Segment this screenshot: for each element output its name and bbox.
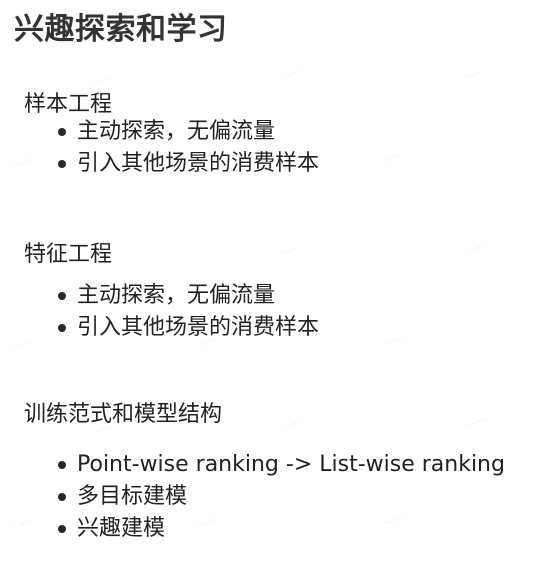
- document-page: ········ ········ ········ ········ ····…: [0, 0, 557, 588]
- watermark: ········: [463, 66, 486, 83]
- watermark: ········: [465, 240, 488, 257]
- watermark: ········: [281, 66, 304, 83]
- section-heading-feature-engineering: 特征工程: [24, 242, 113, 267]
- list-item: 主动探索，无偏流量: [54, 116, 319, 148]
- sample-engineering-list: 主动探索，无偏流量 引入其他场景的消费样本: [54, 116, 319, 180]
- list-item: 兴趣建模: [54, 513, 505, 545]
- list-item: Point-wise ranking -> List-wise ranking: [54, 449, 505, 481]
- list-item: 多目标建模: [54, 481, 505, 513]
- watermark: ········: [279, 242, 302, 259]
- watermark: ········: [383, 332, 406, 349]
- list-item: 引入其他场景的消费样本: [54, 312, 319, 344]
- bullet-icon: [58, 461, 66, 469]
- list-item-text: Point-wise ranking -> List-wise ranking: [77, 452, 505, 477]
- list-item-text: 引入其他场景的消费样本: [77, 151, 320, 176]
- watermark: ········: [11, 154, 34, 171]
- page-title: 兴趣探索和学习: [14, 12, 228, 47]
- list-item-text: 多目标建模: [77, 484, 188, 509]
- list-item: 引入其他场景的消费样本: [54, 148, 319, 180]
- bullet-icon: [58, 525, 66, 533]
- list-item-text: 兴趣建模: [77, 516, 166, 541]
- list-item: 主动探索，无偏流量: [54, 280, 319, 312]
- feature-engineering-list: 主动探索，无偏流量 引入其他场景的消费样本: [54, 280, 319, 344]
- watermark: ········: [381, 150, 404, 167]
- section-heading-sample-engineering: 样本工程: [24, 92, 113, 117]
- watermark: ········: [281, 416, 304, 433]
- bullet-icon: [58, 128, 66, 136]
- bullet-icon: [58, 324, 66, 332]
- bullet-icon: [58, 493, 66, 501]
- bullet-icon: [58, 160, 66, 168]
- watermark: ········: [465, 414, 488, 431]
- watermark: ········: [11, 336, 34, 353]
- section-heading-training-and-model: 训练范式和模型结构: [24, 402, 223, 427]
- training-and-model-list: Point-wise ranking -> List-wise ranking …: [54, 449, 505, 545]
- bullet-icon: [58, 292, 66, 300]
- list-item-text: 主动探索，无偏流量: [77, 119, 276, 144]
- watermark: ········: [11, 516, 34, 533]
- list-item-text: 主动探索，无偏流量: [77, 283, 276, 308]
- list-item-text: 引入其他场景的消费样本: [77, 315, 320, 340]
